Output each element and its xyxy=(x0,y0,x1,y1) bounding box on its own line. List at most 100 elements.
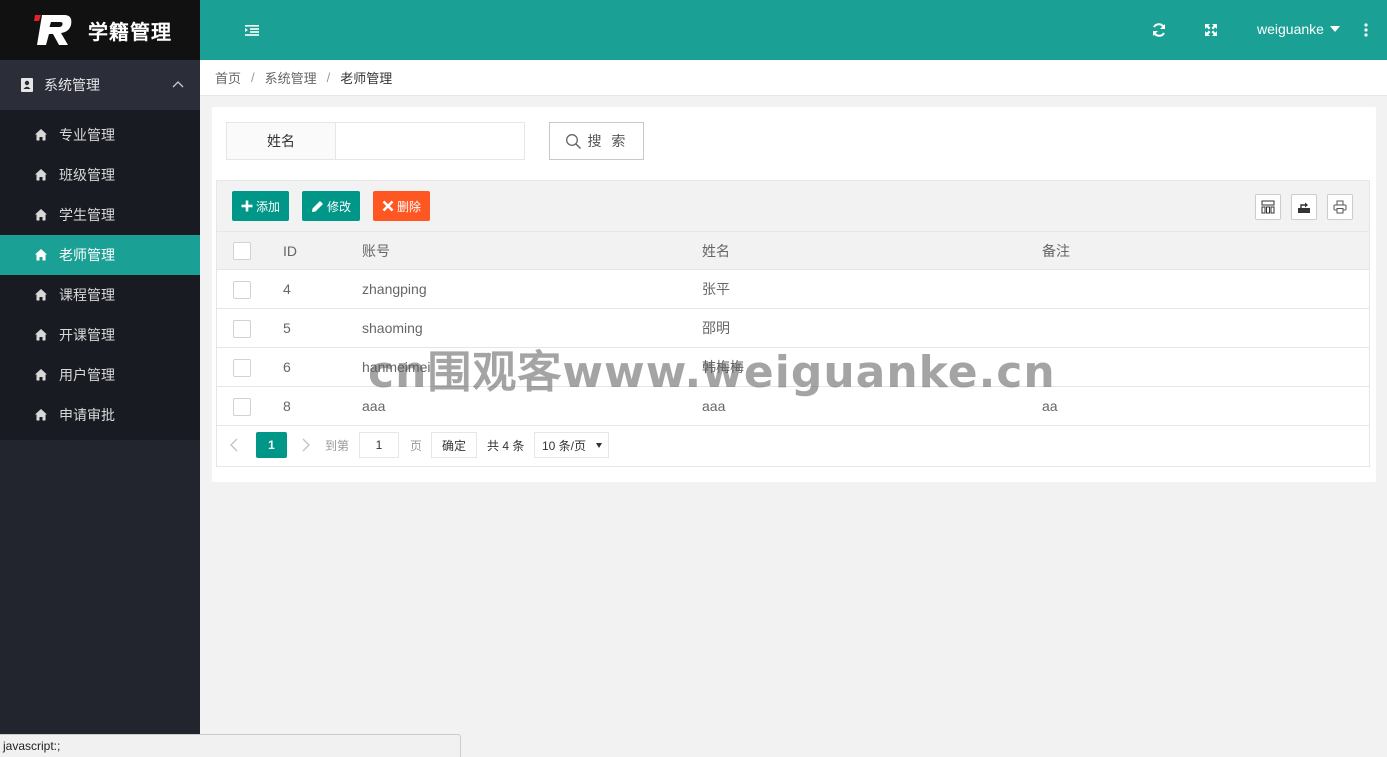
breadcrumb: 首页 / 系统管理 / 老师管理 xyxy=(200,60,1387,96)
page-size-value: 10 条/页 xyxy=(542,438,587,453)
fullscreen-icon[interactable] xyxy=(1203,22,1219,38)
print-button[interactable] xyxy=(1327,194,1353,220)
goto-page-input[interactable]: 1 xyxy=(359,432,399,458)
logo[interactable]: 学籍管理 xyxy=(0,0,200,60)
total-count: 共 4 条 xyxy=(487,438,525,453)
delete-button[interactable]: 删除 xyxy=(373,191,431,221)
edit-button[interactable]: 修改 xyxy=(302,191,361,221)
home-icon xyxy=(34,248,48,262)
pagination: 1 到第 1 页 确定 共 4 条 10 条/页 xyxy=(217,426,1369,466)
home-icon xyxy=(34,408,48,422)
table-row[interactable]: 6 hanmeimei 韩梅梅 xyxy=(217,348,1369,387)
export-button[interactable] xyxy=(1291,194,1317,220)
sidebar-item-user[interactable]: 用户管理 xyxy=(0,355,200,395)
sidebar-item-course[interactable]: 课程管理 xyxy=(0,275,200,315)
close-icon xyxy=(382,200,394,212)
page-size-select[interactable]: 10 条/页 xyxy=(534,432,609,458)
cell-account: shaoming xyxy=(362,320,423,336)
current-page[interactable]: 1 xyxy=(256,432,287,458)
table-header: ID 账号 姓名 备注 xyxy=(217,232,1369,270)
table-row[interactable]: 4 zhangping 张平 xyxy=(217,270,1369,309)
menu-group-label: 系统管理 xyxy=(44,77,100,93)
row-checkbox[interactable] xyxy=(233,281,251,299)
home-icon xyxy=(34,168,48,182)
data-table: 添加 修改 删除 ID 账号 姓名 备注 4 zhangping 张平 5 sh… xyxy=(216,180,1370,467)
sidebar-item-label: 课程管理 xyxy=(59,287,115,303)
browser-status-bar: javascript:; xyxy=(0,734,461,757)
breadcrumb-separator: / xyxy=(326,70,331,85)
sidebar-item-label: 申请审批 xyxy=(59,407,115,423)
refresh-icon[interactable] xyxy=(1151,22,1167,38)
chevron-up-icon xyxy=(172,78,184,90)
breadcrumb-separator: / xyxy=(251,70,255,85)
sidebar-item-open-course[interactable]: 开课管理 xyxy=(0,315,200,355)
column-header-account[interactable]: 账号 xyxy=(362,232,390,269)
delete-button-label: 删除 xyxy=(397,199,422,214)
breadcrumb-home[interactable]: 首页 xyxy=(215,68,241,87)
more-vertical-icon[interactable] xyxy=(1358,22,1374,38)
export-icon xyxy=(1298,202,1310,213)
cell-id: 6 xyxy=(283,359,291,375)
cell-name: 张平 xyxy=(702,281,730,297)
sidebar-item-label: 用户管理 xyxy=(59,367,115,383)
menu-group-system[interactable]: 系统管理 xyxy=(0,60,200,110)
pencil-icon xyxy=(312,200,323,212)
add-button[interactable]: 添加 xyxy=(232,191,290,221)
columns-filter-button[interactable] xyxy=(1255,194,1281,220)
column-header-id[interactable]: ID xyxy=(283,232,297,269)
cell-account: hanmeimei xyxy=(362,359,431,375)
home-icon xyxy=(34,208,48,222)
search-field-label: 姓名 xyxy=(226,122,336,160)
cell-account: zhangping xyxy=(362,281,427,297)
cell-id: 5 xyxy=(283,320,291,336)
add-button-label: 添加 xyxy=(256,199,281,214)
search-button-label: 搜 索 xyxy=(587,133,629,149)
name-search-input[interactable] xyxy=(336,122,525,160)
user-menu[interactable]: weiguanke xyxy=(1257,21,1340,37)
goto-label: 到第 xyxy=(325,438,350,453)
username: weiguanke xyxy=(1257,21,1324,37)
logo-icon xyxy=(34,13,74,47)
edit-button-label: 修改 xyxy=(327,199,352,214)
goto-confirm-button[interactable]: 确定 xyxy=(431,432,477,458)
search-button[interactable]: 搜 索 xyxy=(549,122,644,160)
row-checkbox[interactable] xyxy=(233,320,251,338)
content-card: 姓名 搜 索 添加 修改 删除 ID 账号 姓名 备注 4 zhangping … xyxy=(212,107,1376,482)
prev-page-icon[interactable] xyxy=(229,432,239,458)
breadcrumb-system[interactable]: 系统管理 xyxy=(265,68,317,87)
sidebar-item-label: 专业管理 xyxy=(59,127,115,143)
page-unit-label: 页 xyxy=(410,438,423,453)
table-row[interactable]: 5 shaoming 邵明 xyxy=(217,309,1369,348)
home-icon xyxy=(34,128,48,142)
plus-icon xyxy=(241,200,253,212)
row-checkbox[interactable] xyxy=(233,359,251,377)
contact-book-icon xyxy=(20,78,34,92)
column-header-note[interactable]: 备注 xyxy=(1042,232,1070,269)
sidebar-item-teacher[interactable]: 老师管理 xyxy=(0,235,200,275)
cell-account: aaa xyxy=(362,398,386,414)
breadcrumb-current: 老师管理 xyxy=(340,71,393,86)
search-form: 姓名 xyxy=(226,122,525,160)
sidebar-item-approval[interactable]: 申请审批 xyxy=(0,395,200,435)
top-header: weiguanke xyxy=(200,0,1387,60)
sidebar-item-student[interactable]: 学生管理 xyxy=(0,195,200,235)
home-icon xyxy=(34,328,48,342)
next-page-icon[interactable] xyxy=(301,432,311,458)
row-checkbox[interactable] xyxy=(233,398,251,416)
table-row[interactable]: 8 aaa aaa aa xyxy=(217,387,1369,426)
sidebar-item-class[interactable]: 班级管理 xyxy=(0,155,200,195)
print-icon xyxy=(1333,200,1347,214)
select-all-checkbox[interactable] xyxy=(233,242,251,260)
table-toolbar: 添加 修改 删除 xyxy=(217,181,1369,232)
sidebar: 学籍管理 系统管理 专业管理 班级管理 学生管理 老师管理 课程管理 开课管理 … xyxy=(0,0,200,757)
caret-down-icon xyxy=(1329,26,1340,32)
sidebar-item-label: 班级管理 xyxy=(59,167,115,183)
sidebar-item-label: 开课管理 xyxy=(59,327,115,343)
home-icon xyxy=(34,368,48,382)
sidebar-item-major[interactable]: 专业管理 xyxy=(0,115,200,155)
caret-down-icon xyxy=(596,443,602,448)
cell-name: aaa xyxy=(702,398,726,414)
cell-name: 韩梅梅 xyxy=(702,359,744,375)
column-header-name[interactable]: 姓名 xyxy=(702,232,730,269)
menu-collapse-icon[interactable] xyxy=(244,22,260,38)
